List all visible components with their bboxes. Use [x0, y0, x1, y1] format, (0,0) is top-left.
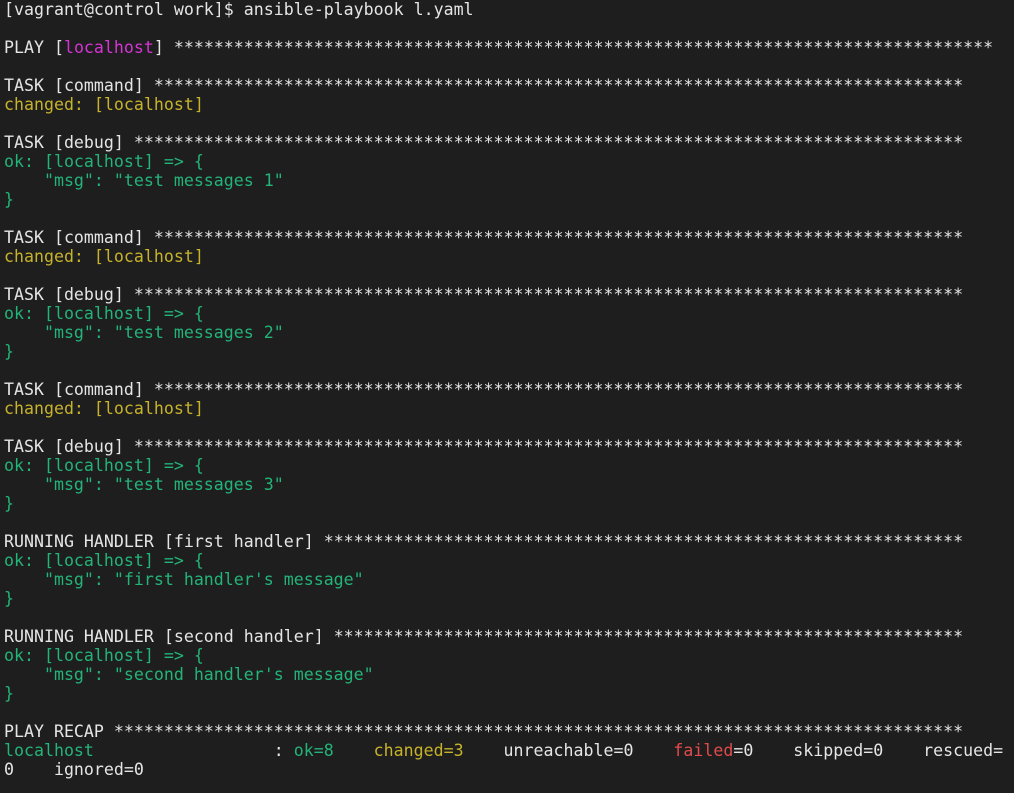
- terminal-text: ok: [localhost] => {: [4, 646, 204, 665]
- terminal-line: }: [4, 589, 1014, 608]
- terminal-line: changed: [localhost]: [4, 247, 1014, 266]
- terminal-line: ok: [localhost] => {: [4, 152, 1014, 171]
- terminal-text: PLAY [: [4, 38, 64, 57]
- terminal-text: ****************************************…: [153, 228, 964, 247]
- terminal-text: ****************************************…: [133, 133, 964, 152]
- terminal-line: ok: [localhost] => {: [4, 456, 1014, 475]
- terminal-text: ****************************************…: [153, 76, 964, 95]
- terminal-line: "msg": "test messages 2": [4, 323, 1014, 342]
- terminal-text: TASK [debug]: [4, 437, 134, 456]
- terminal-text: }: [4, 684, 14, 703]
- terminal-text: ok=8: [293, 741, 334, 760]
- terminal-text: "msg": "test messages 1": [4, 171, 284, 190]
- terminal-text: ok: [localhost] => {: [4, 304, 204, 323]
- terminal-text: RUNNING HANDLER [second handler]: [4, 627, 334, 646]
- terminal-line: changed: [localhost]: [4, 399, 1014, 418]
- terminal-text: "msg": "test messages 3": [4, 475, 284, 494]
- terminal-text: =0 skipped=0 rescued=: [733, 741, 1004, 760]
- terminal-text: ****************************************…: [153, 380, 964, 399]
- terminal-text: ****************************************…: [133, 285, 964, 304]
- terminal-line: TASK [command] *************************…: [4, 76, 1014, 95]
- terminal-text: ]: [153, 38, 174, 57]
- terminal-line: changed: [localhost]: [4, 95, 1014, 114]
- terminal-text: changed=3: [373, 741, 464, 760]
- terminal-text: [vagrant@control work]$ ansible-playbook…: [4, 0, 474, 19]
- terminal-text: :: [93, 741, 294, 760]
- terminal-text: TASK [debug]: [4, 133, 134, 152]
- terminal-text: RUNNING HANDLER [first handler]: [4, 532, 324, 551]
- terminal-line: "msg": "second handler's message": [4, 665, 1014, 684]
- terminal-text: ok: [localhost] => {: [4, 152, 204, 171]
- terminal-line: TASK [debug] ***************************…: [4, 285, 1014, 304]
- terminal-line: TASK [command] *************************…: [4, 380, 1014, 399]
- terminal-text: "msg": "first handler's message": [4, 570, 364, 589]
- terminal-line: ok: [localhost] => {: [4, 304, 1014, 323]
- terminal-line: RUNNING HANDLER [second handler] *******…: [4, 627, 1014, 646]
- terminal-line: ok: [localhost] => {: [4, 646, 1014, 665]
- terminal-line: "msg": "test messages 3": [4, 475, 1014, 494]
- terminal-line: PLAY [localhost] ***********************…: [4, 38, 1014, 57]
- terminal-line: "msg": "test messages 1": [4, 171, 1014, 190]
- terminal-text: localhost: [63, 38, 154, 57]
- terminal-line: "msg": "first handler's message": [4, 570, 1014, 589]
- terminal-text: unreachable=0: [463, 741, 674, 760]
- terminal-text: TASK [command]: [4, 380, 154, 399]
- terminal-line: ok: [localhost] => {: [4, 551, 1014, 570]
- terminal-text: localhost: [4, 741, 94, 760]
- terminal-line: TASK [debug] ***************************…: [4, 437, 1014, 456]
- terminal-line: }: [4, 342, 1014, 361]
- terminal-line: PLAY RECAP *****************************…: [4, 722, 1014, 741]
- terminal-text: "msg": "second handler's message": [4, 665, 374, 684]
- terminal-text: TASK [command]: [4, 76, 154, 95]
- terminal-text: changed: [localhost]: [4, 399, 204, 418]
- terminal-line: TASK [command] *************************…: [4, 228, 1014, 247]
- terminal-text: ****************************************…: [323, 532, 964, 551]
- terminal-text: }: [4, 494, 14, 513]
- terminal-text: ****************************************…: [133, 437, 964, 456]
- terminal-text: changed: [localhost]: [4, 95, 204, 114]
- terminal-text: PLAY RECAP: [4, 722, 114, 741]
- terminal-text: "msg": "test messages 2": [4, 323, 284, 342]
- terminal-text: changed: [localhost]: [4, 247, 204, 266]
- terminal-text: ****************************************…: [113, 722, 964, 741]
- terminal-text: }: [4, 589, 14, 608]
- terminal-line: [vagrant@control work]$ ansible-playbook…: [4, 0, 1014, 19]
- terminal-text: failed: [673, 741, 734, 760]
- terminal-text: ok: [localhost] => {: [4, 551, 204, 570]
- terminal-text: ok: [localhost] => {: [4, 456, 204, 475]
- terminal-line: RUNNING HANDLER [first handler] ********…: [4, 532, 1014, 551]
- terminal-text: ****************************************…: [333, 627, 964, 646]
- terminal-line: localhost : ok=8 changed=3 unreachable=0…: [4, 741, 1014, 760]
- terminal-line: }: [4, 494, 1014, 513]
- terminal-text: TASK [debug]: [4, 285, 134, 304]
- terminal-line: }: [4, 190, 1014, 209]
- terminal-text: 0 ignored=0: [4, 760, 144, 779]
- terminal-text: }: [4, 342, 14, 361]
- terminal-line: TASK [debug] ***************************…: [4, 133, 1014, 152]
- terminal-line: 0 ignored=0: [4, 760, 1014, 779]
- terminal-text: ****************************************…: [173, 38, 994, 57]
- terminal-text: }: [4, 190, 14, 209]
- terminal-window[interactable]: [vagrant@control work]$ ansible-playbook…: [0, 0, 1014, 793]
- terminal-text: TASK [command]: [4, 228, 154, 247]
- terminal-line: }: [4, 684, 1014, 703]
